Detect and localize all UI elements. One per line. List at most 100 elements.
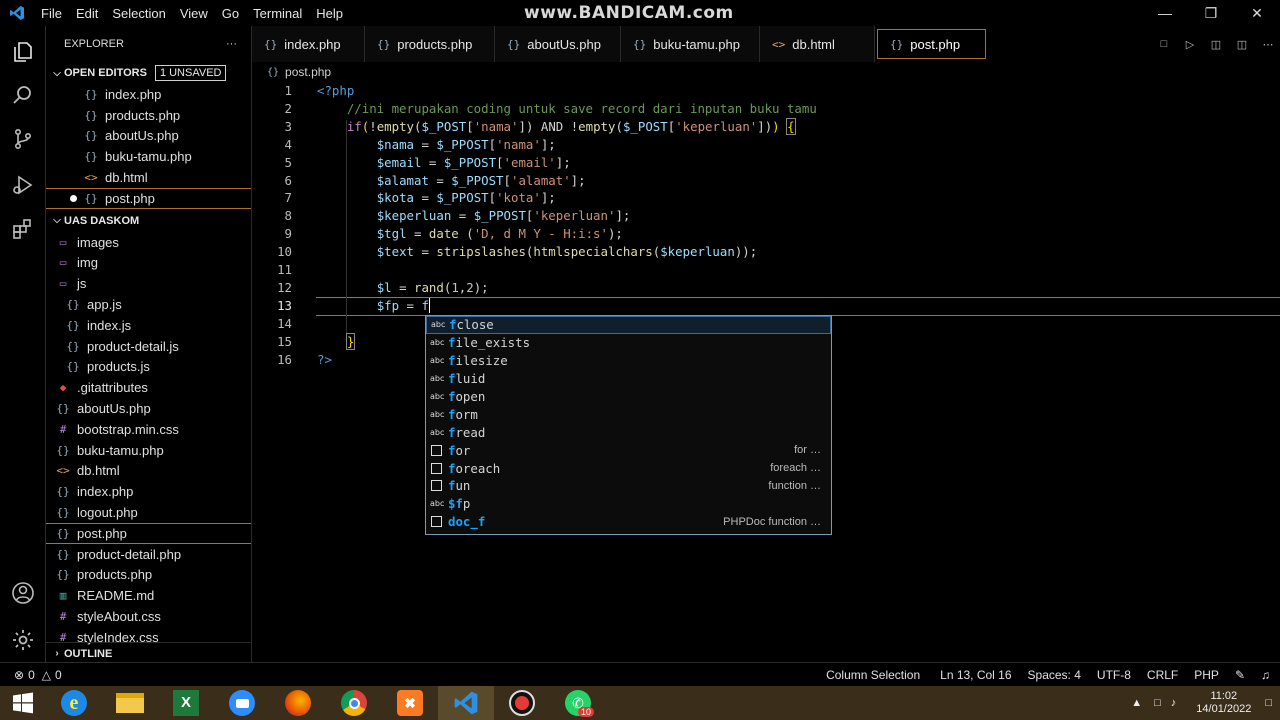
status-encoding[interactable]: UTF-8 <box>1097 668 1131 682</box>
tab-products-php[interactable]: {} products.php <box>365 26 495 62</box>
file-item[interactable]: # styleAbout.css <box>46 606 251 627</box>
volume-icon[interactable]: ♪ <box>1171 697 1177 709</box>
tab-db-html[interactable]: <> db.html <box>760 26 875 62</box>
file-item[interactable]: {} buku-tamu.php <box>46 440 251 461</box>
status-selection-mode[interactable]: Column Selection <box>826 668 920 682</box>
tab-aboutus-php[interactable]: {} aboutUs.php <box>495 26 621 62</box>
file-item[interactable]: {} aboutUs.php <box>46 398 251 419</box>
whatsapp-icon[interactable]: ✆ 10 <box>550 686 606 720</box>
folder-item[interactable]: ▭ images <box>46 232 251 253</box>
minimize-button[interactable]: — <box>1142 0 1188 26</box>
status-indentation[interactable]: Spaces: 4 <box>1028 668 1081 682</box>
split-editor-icon[interactable]: ◫ <box>1230 32 1254 56</box>
folder-item[interactable]: ▭ js <box>46 273 251 294</box>
suggestion-item[interactable]: abc fread <box>426 423 831 441</box>
suggestion-item[interactable]: abc filesize <box>426 352 831 370</box>
firefox-icon[interactable] <box>270 686 326 720</box>
preview-php-icon[interactable]: ◫ <box>1204 32 1228 56</box>
file-item[interactable]: {} products.js <box>46 357 251 378</box>
file-item[interactable]: {} app.js <box>46 294 251 315</box>
file-item[interactable]: {} index.php <box>46 481 251 502</box>
suggestion-item[interactable]: abc fopen <box>426 388 831 406</box>
code-line-1: <?php <box>317 83 355 98</box>
file-explorer-icon[interactable] <box>102 686 158 720</box>
file-item[interactable]: {} logout.php <box>46 502 251 523</box>
notifications-bell-icon[interactable]: ♫ <box>1261 668 1270 682</box>
internet-explorer-icon[interactable]: e <box>46 686 102 720</box>
search-icon[interactable] <box>9 81 37 109</box>
open-editor-item[interactable]: {} products.php <box>46 105 251 126</box>
vscode-taskbar-icon[interactable] <box>438 686 494 720</box>
more-actions-icon[interactable]: ⋯ <box>1256 32 1280 56</box>
suggestion-item[interactable]: abc fluid <box>426 370 831 388</box>
restore-button[interactable]: ❐ <box>1188 0 1234 26</box>
clock[interactable]: 11:02 14/01/2022 <box>1196 690 1251 716</box>
account-icon[interactable] <box>9 579 37 607</box>
tab-post-php[interactable]: {} post.php <box>877 29 986 59</box>
suggestion-item[interactable]: fun function … <box>426 477 831 495</box>
explorer-more-button[interactable]: ··· <box>226 38 237 50</box>
file-item[interactable]: {} products.php <box>46 565 251 586</box>
suggestion-item[interactable]: abc $fp <box>426 495 831 513</box>
file-item[interactable]: {} index.js <box>46 315 251 336</box>
folder-item[interactable]: ▭ img <box>46 253 251 274</box>
source-control-icon[interactable] <box>9 125 37 153</box>
suggestion-label: filesize <box>448 353 508 368</box>
breadcrumb-file[interactable]: post.php <box>285 65 331 79</box>
suggestion-item[interactable]: foreach foreach … <box>426 459 831 477</box>
suggestion-item[interactable]: abc fclose <box>426 316 831 334</box>
file-item[interactable]: <> db.html <box>46 461 251 482</box>
open-editor-item[interactable]: {} buku-tamu.php <box>46 146 251 167</box>
file-item[interactable]: # bootstrap.min.css <box>46 419 251 440</box>
bandicam-record-icon[interactable] <box>494 686 550 720</box>
status-cursor-position[interactable]: Ln 13, Col 16 <box>940 668 1011 682</box>
project-folder-header[interactable]: ⌵ UAS DASKOM <box>46 210 251 232</box>
editor-tabs: {} index.php {} products.php {} aboutUs.php… <box>252 26 1280 62</box>
open-editor-item-active[interactable]: {} post.php <box>46 187 251 209</box>
notification-center-icon[interactable]: □ <box>1265 697 1272 709</box>
excel-icon[interactable]: X <box>158 686 214 720</box>
compare-icon[interactable]: □ <box>1152 32 1176 56</box>
tray-overflow-icon[interactable]: ▲ <box>1131 697 1142 709</box>
open-editor-item[interactable]: {} index.php <box>46 84 251 105</box>
menu-terminal[interactable]: Terminal <box>246 6 309 21</box>
suggestion-item[interactable]: doc_f PHPDoc function … <box>426 513 831 531</box>
open-editor-item[interactable]: <> db.html <box>46 167 251 188</box>
settings-gear-icon[interactable] <box>9 626 37 654</box>
network-icon[interactable]: □ <box>1154 697 1161 709</box>
windows-start-icon[interactable] <box>0 686 46 720</box>
file-item[interactable]: ◆ .gitattributes <box>46 377 251 398</box>
file-item[interactable]: {} product-detail.js <box>46 336 251 357</box>
file-item[interactable]: {} post.php <box>46 522 251 544</box>
status-language[interactable]: PHP <box>1194 668 1219 682</box>
menu-view[interactable]: View <box>173 6 215 21</box>
zoom-icon[interactable] <box>214 686 270 720</box>
suggestion-label: foreach <box>448 461 500 476</box>
run-php-icon[interactable]: ▷ <box>1178 32 1202 56</box>
problems-indicator[interactable]: ⊗ 0 △ 0 <box>0 668 62 682</box>
extensions-icon[interactable] <box>9 216 37 244</box>
menu-help[interactable]: Help <box>309 6 350 21</box>
xampp-icon[interactable]: ✖ <box>382 686 438 720</box>
menu-go[interactable]: Go <box>215 6 246 21</box>
run-debug-icon[interactable] <box>9 171 37 199</box>
close-button[interactable]: ✕ <box>1234 0 1280 26</box>
menu-file[interactable]: File <box>34 6 69 21</box>
suggestion-item[interactable]: abc file_exists <box>426 334 831 352</box>
file-item[interactable]: {} product-detail.php <box>46 544 251 565</box>
chrome-icon[interactable] <box>326 686 382 720</box>
menu-selection[interactable]: Selection <box>105 6 172 21</box>
suggestion-item[interactable]: for for … <box>426 441 831 459</box>
file-item[interactable]: ▥ README.md <box>46 585 251 606</box>
explorer-files-icon[interactable] <box>9 38 37 66</box>
suggestion-rest: or <box>455 442 471 458</box>
tab-buku-tamu-php[interactable]: {} buku-tamu.php <box>621 26 760 62</box>
open-editor-item[interactable]: {} aboutUs.php <box>46 126 251 147</box>
outline-header[interactable]: › OUTLINE <box>46 642 251 662</box>
feedback-icon[interactable]: ✎ <box>1235 668 1245 682</box>
status-eol[interactable]: CRLF <box>1147 668 1178 682</box>
tab-index-php[interactable]: {} index.php <box>252 26 365 62</box>
suggestion-item[interactable]: abc form <box>426 405 831 423</box>
open-editors-header[interactable]: ⌵ OPEN EDITORS 1 UNSAVED <box>46 62 251 84</box>
menu-edit[interactable]: Edit <box>69 6 105 21</box>
